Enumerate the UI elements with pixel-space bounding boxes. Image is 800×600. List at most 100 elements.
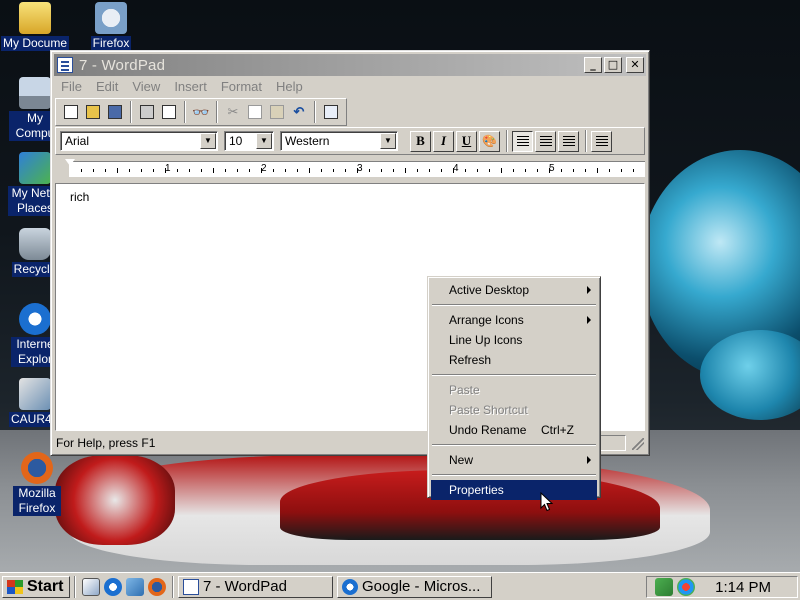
toolbar-separator — [184, 101, 186, 123]
ruler-tick — [561, 169, 562, 172]
menu-edit[interactable]: Edit — [89, 78, 125, 96]
taskbar-button-wordpad[interactable]: 7 - WordPad — [178, 575, 333, 598]
taskbar-separator — [74, 575, 76, 598]
align-center-button[interactable] — [535, 130, 556, 152]
desktop-icon-label: My Docume — [0, 36, 69, 51]
print-button[interactable] — [136, 101, 158, 123]
network-tray-icon[interactable] — [655, 578, 673, 596]
desktop-icon-mozilla-firefox[interactable]: Mozilla Firefox — [2, 452, 72, 516]
new-button[interactable] — [60, 101, 82, 123]
ruler-tick — [321, 169, 322, 172]
window-controls: _ □ ✕ — [584, 57, 644, 73]
menu-item-arrange-icons[interactable]: Arrange Icons — [431, 310, 597, 330]
insert-datetime-button[interactable] — [320, 101, 342, 123]
firefox-icon — [21, 452, 53, 484]
desktop-icon-label: Mozilla Firefox — [13, 486, 61, 516]
menu-item-label: Arrange Icons — [449, 313, 524, 327]
ruler-tick — [333, 169, 334, 172]
msn-messenger-tray-icon[interactable] — [677, 578, 695, 596]
save-button[interactable] — [104, 101, 126, 123]
clock[interactable]: 1:14 PM — [715, 579, 771, 596]
copy-icon — [248, 105, 262, 119]
desktop-icon-my-documents[interactable]: My Docume — [0, 2, 70, 51]
show-desktop-icon[interactable] — [82, 577, 100, 596]
submenu-arrow-icon — [587, 316, 591, 324]
taskbar-button-internet-explorer[interactable]: Google - Micros... — [337, 575, 492, 598]
font-name-select[interactable]: Arial ▼ — [60, 131, 218, 151]
wordpad-app-icon[interactable] — [57, 57, 73, 73]
indent-marker[interactable] — [65, 159, 75, 166]
format-toolbar: Arial ▼ 10 ▼ Western ▼ B I U 🎨 — [55, 127, 645, 155]
copy-button[interactable] — [244, 101, 266, 123]
desktop-icon-firefox[interactable]: Firefox — [76, 2, 146, 51]
menu-item-label: Properties — [449, 483, 504, 497]
align-left-icon — [516, 135, 529, 147]
find-button[interactable]: 👓 — [190, 101, 212, 123]
ruler-tick — [429, 169, 430, 172]
ruler-tick — [261, 168, 262, 173]
ruler-tick — [537, 169, 538, 172]
chevron-down-icon[interactable]: ▼ — [200, 133, 216, 149]
quicklaunch-internet-explorer-icon[interactable] — [104, 577, 122, 596]
paste-button[interactable] — [266, 101, 288, 123]
submenu-arrow-icon — [587, 286, 591, 294]
menu-item-active-desktop[interactable]: Active Desktop — [431, 280, 597, 300]
menu-item-properties[interactable]: Properties — [431, 480, 597, 500]
minimize-button[interactable]: _ — [584, 57, 602, 73]
cut-button[interactable]: ✂ — [222, 101, 244, 123]
quicklaunch-outlook-icon[interactable] — [126, 577, 144, 596]
ruler-tick — [81, 169, 82, 172]
chevron-down-icon[interactable]: ▼ — [380, 133, 396, 149]
window-titlebar[interactable]: 7 - WordPad _ □ ✕ — [54, 54, 646, 76]
binoculars-icon: 👓 — [192, 103, 210, 120]
menu-help[interactable]: Help — [269, 78, 310, 96]
maximize-button[interactable]: □ — [604, 57, 622, 73]
font-size-select[interactable]: 10 ▼ — [224, 131, 274, 151]
ruler[interactable]: 1 2 3 4 5 — [55, 157, 645, 181]
scissors-icon: ✂ — [227, 104, 239, 119]
close-button[interactable]: ✕ — [626, 57, 644, 73]
menu-item-new[interactable]: New — [431, 450, 597, 470]
menu-item-paste-shortcut: Paste Shortcut — [431, 400, 597, 420]
desktop-icon-label: Firefox — [90, 36, 132, 51]
menu-separator — [432, 374, 596, 376]
toolbar-separator — [314, 101, 316, 123]
align-left-button[interactable] — [512, 130, 533, 152]
toolbar-separator — [585, 130, 587, 152]
menu-bar: File Edit View Insert Format Help — [54, 78, 646, 96]
italic-button[interactable]: I — [433, 130, 454, 152]
underline-button[interactable]: U — [456, 130, 477, 152]
desktop-context-menu: Active Desktop Arrange Icons Line Up Ico… — [427, 276, 601, 500]
resize-grip-icon[interactable] — [632, 438, 644, 450]
paste-clipboard-icon — [270, 105, 284, 119]
taskbar: Start 7 - WordPad Google - Micros... 1:1… — [0, 572, 800, 600]
menu-item-refresh[interactable]: Refresh — [431, 350, 597, 370]
bold-button[interactable]: B — [410, 130, 431, 152]
taskbar-separator — [172, 575, 174, 598]
quicklaunch-firefox-icon[interactable] — [148, 577, 166, 596]
ruler-tick — [609, 169, 610, 172]
open-button[interactable] — [82, 101, 104, 123]
start-button[interactable]: Start — [2, 575, 70, 598]
menu-insert[interactable]: Insert — [167, 78, 214, 96]
menu-item-undo-rename[interactable]: Undo Rename Ctrl+Z — [431, 420, 597, 440]
palette-icon: 🎨 — [482, 134, 497, 148]
print-preview-button[interactable] — [158, 101, 180, 123]
ruler-tick — [441, 169, 442, 172]
windows-logo-icon — [7, 579, 23, 594]
submenu-arrow-icon — [587, 456, 591, 464]
menu-file[interactable]: File — [54, 78, 89, 96]
align-right-button[interactable] — [558, 130, 579, 152]
color-button[interactable]: 🎨 — [479, 130, 500, 152]
menu-item-shortcut: Ctrl+Z — [541, 423, 574, 437]
menu-view[interactable]: View — [125, 78, 167, 96]
undo-button[interactable]: ↶ — [288, 101, 310, 123]
start-label: Start — [27, 577, 64, 595]
bullets-button[interactable] — [591, 130, 612, 152]
chevron-down-icon[interactable]: ▼ — [256, 133, 272, 149]
menu-format[interactable]: Format — [214, 78, 269, 96]
script-select[interactable]: Western ▼ — [280, 131, 398, 151]
document-text[interactable]: rich — [70, 190, 89, 204]
wallpaper-glass-ball-small — [700, 330, 800, 420]
menu-item-line-up-icons[interactable]: Line Up Icons — [431, 330, 597, 350]
